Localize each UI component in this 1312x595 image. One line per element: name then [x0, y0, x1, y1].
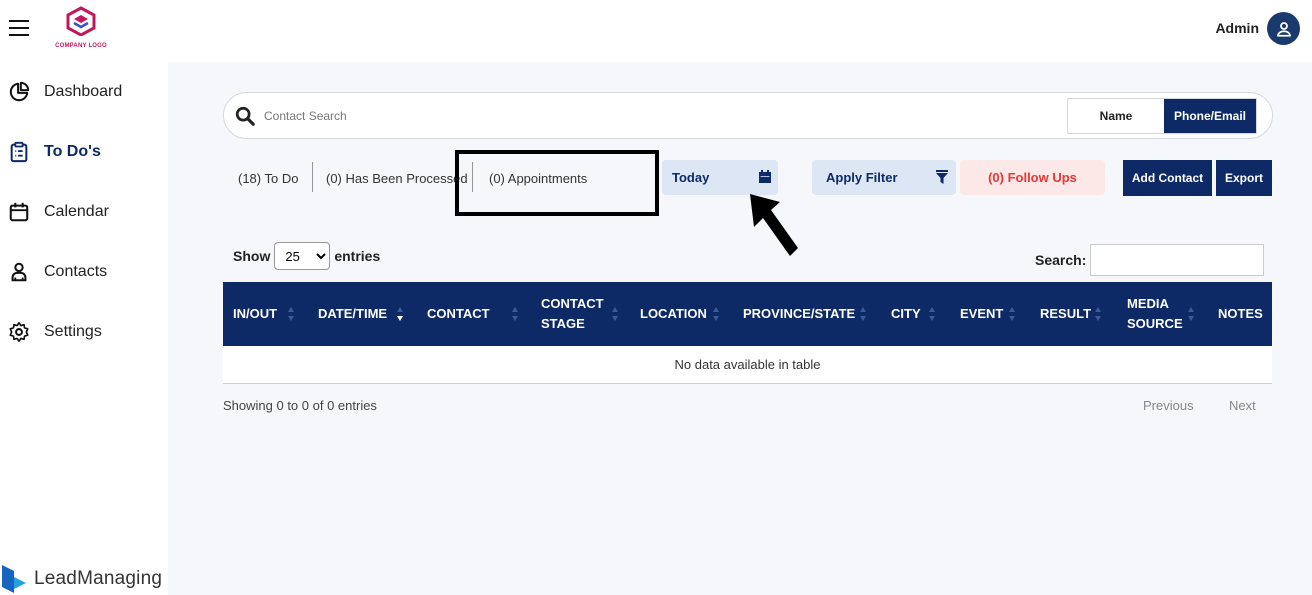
table-header: IN/OUT DATE/TIME CONTACT CONTACT STAGE L… — [223, 282, 1272, 346]
sidebar: COMPANY LOGO Dashboard To Do's Calendar — [0, 0, 168, 595]
sidebar-item-label: Calendar — [44, 203, 109, 220]
avatar[interactable] — [1267, 12, 1300, 45]
search-icon[interactable] — [234, 105, 256, 127]
user-icon — [1276, 21, 1291, 37]
tab-appointments[interactable]: (0) Appointments — [489, 160, 587, 196]
calendar-icon — [9, 202, 29, 222]
table-search-input[interactable] — [1090, 244, 1265, 276]
company-logo[interactable]: COMPANY LOGO — [52, 6, 110, 50]
apply-filter-label: Apply Filter — [826, 170, 898, 185]
column-header-date-time[interactable]: DATE/TIME — [318, 282, 403, 346]
pointer-arrow-icon — [750, 194, 798, 256]
next-page-button[interactable]: Next — [1229, 398, 1256, 413]
tab-has-been-processed[interactable]: (0) Has Been Processed — [326, 160, 468, 196]
main-content: Name Phone/Email (18) To Do (0) Has Been… — [168, 62, 1312, 595]
sort-icon — [1009, 307, 1015, 321]
tab-divider — [472, 162, 473, 192]
add-contact-button[interactable]: Add Contact — [1123, 160, 1212, 196]
top-bar: Admin — [168, 0, 1312, 62]
show-label: Show — [233, 248, 271, 264]
apply-filter-button[interactable]: Apply Filter — [812, 160, 956, 195]
column-header-contact-stage[interactable]: CONTACT STAGE — [541, 282, 618, 346]
table-search-label: Search: — [1035, 252, 1087, 268]
column-header-event[interactable]: EVENT — [960, 282, 1015, 346]
menu-toggle-icon[interactable] — [9, 20, 29, 36]
gear-icon — [9, 322, 29, 342]
tab-divider — [312, 162, 313, 192]
leadmanaging-logo: LeadManaging — [2, 565, 162, 593]
table-empty-message: No data available in table — [223, 346, 1272, 384]
date-range-label: Today — [672, 170, 710, 185]
entries-label: entries — [334, 248, 381, 264]
column-header-location[interactable]: LOCATION — [640, 282, 719, 346]
previous-page-button[interactable]: Previous — [1143, 398, 1194, 413]
sidebar-item-todos[interactable]: To Do's — [0, 132, 168, 172]
sidebar-item-label: Contacts — [44, 263, 108, 280]
company-logo-icon — [66, 6, 96, 37]
sort-icon — [1188, 307, 1194, 321]
calendar-icon — [759, 170, 771, 183]
page-length-control: Show 10 25 50 100 entries — [233, 242, 380, 270]
export-button[interactable]: Export — [1216, 160, 1272, 196]
search-mode-phone-email[interactable]: Phone/Email — [1164, 99, 1256, 133]
follow-ups-button[interactable]: (0) Follow Ups — [960, 160, 1105, 195]
column-header-result[interactable]: RESULT — [1040, 282, 1101, 346]
table-search: Search: — [1035, 244, 1265, 276]
sort-desc-icon — [397, 307, 403, 321]
clipboard-list-icon — [10, 141, 28, 163]
product-name: LeadManaging — [34, 568, 163, 589]
sidebar-item-settings[interactable]: Settings — [0, 312, 168, 352]
sort-icon — [929, 307, 935, 321]
pie-chart-icon — [9, 81, 30, 102]
sidebar-item-label: Settings — [44, 323, 102, 340]
contact-search-input[interactable] — [264, 105, 964, 127]
sort-icon — [612, 307, 618, 321]
leadmanaging-logo-icon — [2, 565, 26, 593]
page-size-select[interactable]: 10 25 50 100 — [274, 242, 331, 270]
column-header-in-out[interactable]: IN/OUT — [233, 282, 294, 346]
sidebar-item-calendar[interactable]: Calendar — [0, 192, 168, 232]
sort-icon — [860, 307, 866, 321]
tab-to-do[interactable]: (18) To Do — [238, 160, 298, 196]
column-header-province-state[interactable]: PROVINCE/STATE — [743, 282, 866, 346]
column-header-notes[interactable]: NOTES — [1218, 282, 1263, 346]
sort-icon — [1095, 307, 1101, 321]
search-mode-toggle: Name Phone/Email — [1067, 98, 1257, 134]
sidebar-item-contacts[interactable]: Contacts — [0, 252, 168, 292]
user-name[interactable]: Admin — [1215, 20, 1259, 36]
company-logo-text: COMPANY LOGO — [55, 43, 107, 49]
contact-search-bar: Name Phone/Email — [223, 92, 1273, 139]
sidebar-item-label: To Do's — [44, 143, 101, 160]
column-header-media-source[interactable]: MEDIA SOURCE — [1127, 282, 1194, 346]
sidebar-item-dashboard[interactable]: Dashboard — [0, 72, 168, 112]
sort-icon — [512, 307, 518, 321]
column-header-contact[interactable]: CONTACT — [427, 282, 518, 346]
search-mode-name[interactable]: Name — [1068, 99, 1164, 133]
sort-icon — [713, 307, 719, 321]
sort-icon — [288, 307, 294, 321]
sidebar-item-label: Dashboard — [44, 83, 123, 100]
filter-icon — [936, 170, 948, 184]
column-header-city[interactable]: CITY — [891, 282, 935, 346]
table-info: Showing 0 to 0 of 0 entries — [223, 398, 377, 413]
users-icon — [11, 262, 27, 282]
